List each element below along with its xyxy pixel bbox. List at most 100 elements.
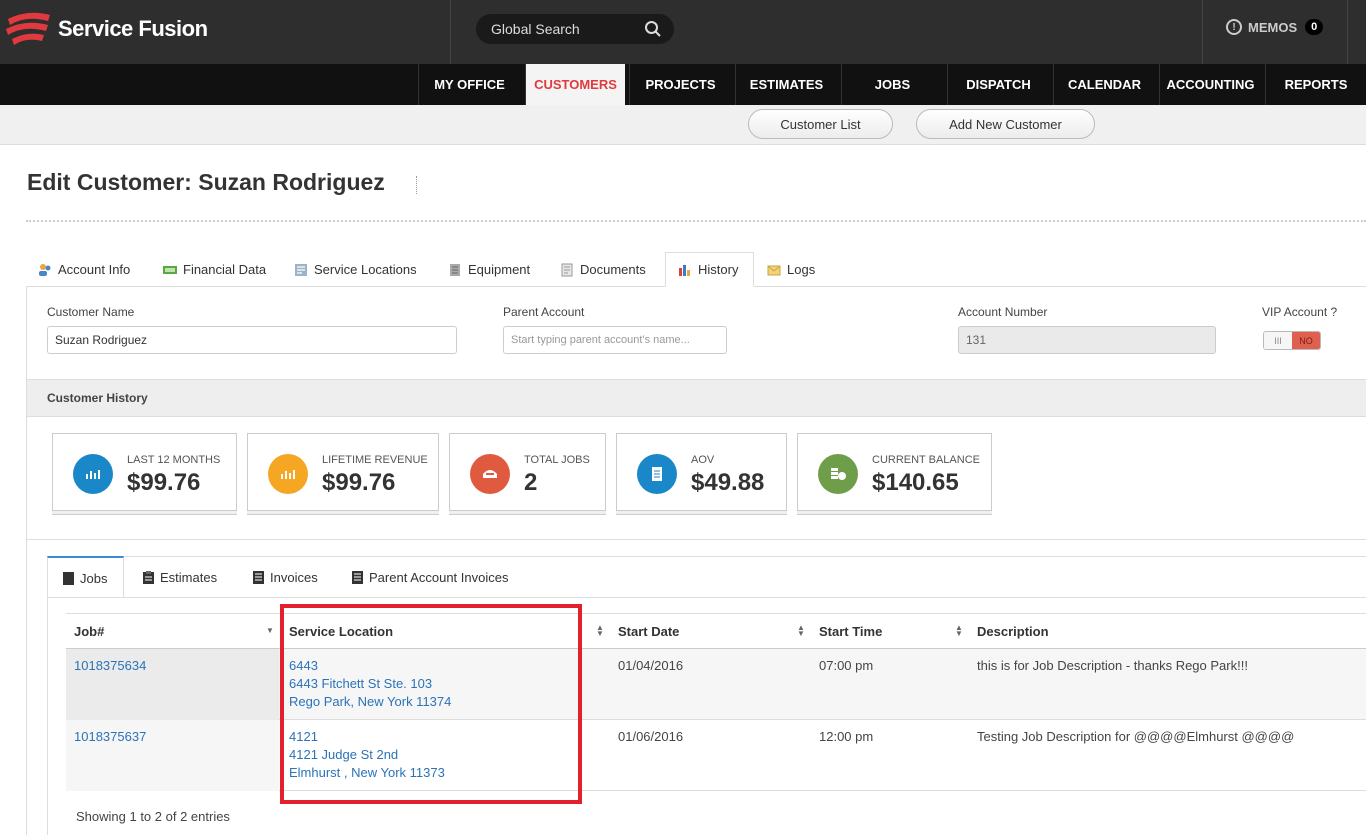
divider (1347, 0, 1348, 64)
tab-equipment[interactable]: Equipment (436, 252, 542, 287)
clipboard-icon (143, 571, 154, 584)
description: this is for Job Description - thanks Reg… (977, 658, 1248, 673)
stat-value: 2 (524, 469, 538, 496)
users-icon (39, 263, 51, 276)
tab-label: Financial Data (183, 262, 267, 277)
account-number-label: Account Number (958, 305, 1048, 319)
tab-account-info[interactable]: Account Info (26, 252, 142, 287)
table-header-row (66, 613, 1366, 649)
stat-lifetime-revenue: LIFETIME REVENUE $99.76 (247, 433, 439, 511)
stat-label: LAST 12 MONTHS (127, 454, 221, 466)
start-date: 01/06/2016 (618, 729, 684, 744)
map-icon (295, 263, 307, 276)
column-header-start-time[interactable]: Start Time (819, 613, 882, 649)
invoice-icon (352, 571, 363, 584)
column-header-start-date[interactable]: Start Date (618, 613, 679, 649)
stat-value: $49.88 (691, 469, 765, 496)
nav-jobs[interactable]: JOBS (841, 64, 943, 105)
subtab-invoices[interactable]: Invoices (253, 557, 318, 598)
subtab-parent-account-invoices[interactable]: Parent Account Invoices (352, 557, 508, 598)
top-bar: Service Fusion Global Search ! MEMOS 0 (0, 0, 1366, 64)
account-number-input: 131 (958, 326, 1216, 354)
divider (450, 0, 451, 64)
stat-total-jobs: TOTAL JOBS 2 (449, 433, 606, 511)
history-subtabs: Jobs Estimates Invoices Parent Account I… (47, 556, 1366, 598)
customer-list-button[interactable]: Customer List (748, 109, 893, 139)
sort-icon[interactable]: ▲ ▼ (596, 624, 604, 638)
nav-my-office[interactable]: MY OFFICE (418, 64, 520, 105)
jobs-icon (63, 571, 74, 585)
alert-icon: ! (1226, 19, 1242, 35)
chart-icon (73, 454, 113, 494)
annotation-highlight-box (280, 604, 582, 804)
customer-name-input[interactable]: Suzan Rodriguez (47, 326, 457, 354)
job-number-link[interactable]: 1018375637 (74, 728, 146, 746)
sub-nav: Customer List Add New Customer (0, 105, 1366, 145)
search-placeholder: Global Search (491, 21, 580, 37)
subtab-estimates[interactable]: Estimates (143, 557, 217, 598)
nav-customers[interactable]: CUSTOMERS (525, 64, 625, 105)
envelope-icon (767, 265, 781, 275)
stat-label: CURRENT BALANCE (872, 454, 980, 466)
stat-label: TOTAL JOBS (524, 454, 590, 466)
tab-financial-data[interactable]: Financial Data (151, 252, 278, 287)
tab-service-locations[interactable]: Service Locations (282, 252, 429, 287)
app-logo[interactable]: Service Fusion (4, 9, 208, 49)
description: Testing Job Description for @@@@Elmhurst… (977, 729, 1295, 744)
subtab-label: Invoices (270, 570, 318, 585)
app-name: Service Fusion (58, 16, 208, 41)
divider (1202, 0, 1203, 64)
nav-calendar[interactable]: CALENDAR (1053, 64, 1155, 105)
tab-label: Service Locations (314, 262, 417, 277)
subtab-jobs[interactable]: Jobs (47, 556, 124, 598)
sort-icon[interactable]: ▲ ▼ (797, 624, 805, 638)
invoice-icon (253, 571, 264, 584)
start-time: 12:00 pm (819, 729, 874, 744)
title-separator (416, 176, 417, 194)
chart-icon (268, 454, 308, 494)
nav-dispatch[interactable]: DISPATCH (947, 64, 1049, 105)
tab-history[interactable]: History (665, 252, 754, 287)
subtab-label: Parent Account Invoices (369, 570, 509, 585)
sort-desc-icon[interactable]: ▼ (266, 627, 274, 635)
search-icon[interactable] (644, 20, 662, 38)
vip-account-toggle[interactable]: III NO (1263, 331, 1321, 350)
start-time: 07:00 pm (819, 658, 874, 673)
toggle-off-side: III (1264, 332, 1292, 349)
main-nav: MY OFFICE CUSTOMERS PROJECTS ESTIMATES J… (0, 64, 1366, 105)
inbox-icon (470, 454, 510, 494)
sort-icon[interactable]: ▲ ▼ (955, 624, 963, 638)
tab-label: Account Info (58, 262, 131, 277)
global-search-input[interactable]: Global Search (476, 14, 674, 44)
memos-count-badge: 0 (1305, 19, 1324, 35)
nav-reports[interactable]: REPORTS (1265, 64, 1366, 105)
subtab-label: Jobs (80, 570, 108, 586)
nav-estimates[interactable]: ESTIMATES (735, 64, 837, 105)
stat-current-balance: CURRENT BALANCE $140.65 (797, 433, 992, 511)
customer-name-label: Customer Name (47, 305, 135, 319)
stat-last-12-months: LAST 12 MONTHS $99.76 (52, 433, 237, 511)
stat-value: $140.65 (872, 469, 959, 496)
add-new-customer-button[interactable]: Add New Customer (916, 109, 1095, 139)
column-header-job[interactable]: Job# (74, 613, 104, 649)
tab-logs[interactable]: Logs (755, 252, 827, 287)
service-fusion-logo-icon (4, 9, 52, 49)
document-icon (561, 263, 573, 276)
job-number-link[interactable]: 1018375634 (74, 657, 146, 675)
coins-icon (818, 454, 858, 494)
vip-account-label: VIP Account ? (1262, 305, 1338, 319)
memos-label: MEMOS (1248, 19, 1298, 35)
memos-button[interactable]: ! MEMOS 0 (1226, 19, 1324, 35)
tab-documents[interactable]: Documents (548, 252, 658, 287)
stat-value: $99.76 (127, 469, 201, 496)
parent-account-input[interactable]: Start typing parent account's name... (503, 326, 727, 354)
column-header-description[interactable]: Description (977, 613, 1049, 649)
nav-accounting[interactable]: ACCOUNTING (1159, 64, 1261, 105)
tab-label: Documents (580, 262, 646, 277)
tab-label: History (698, 262, 739, 277)
nav-projects[interactable]: PROJECTS (629, 64, 731, 105)
divider (27, 539, 1366, 540)
parent-account-label: Parent Account (503, 305, 585, 319)
customer-history-header: Customer History (27, 379, 1366, 417)
page-title: Edit Customer: Suzan Rodriguez (27, 169, 385, 195)
